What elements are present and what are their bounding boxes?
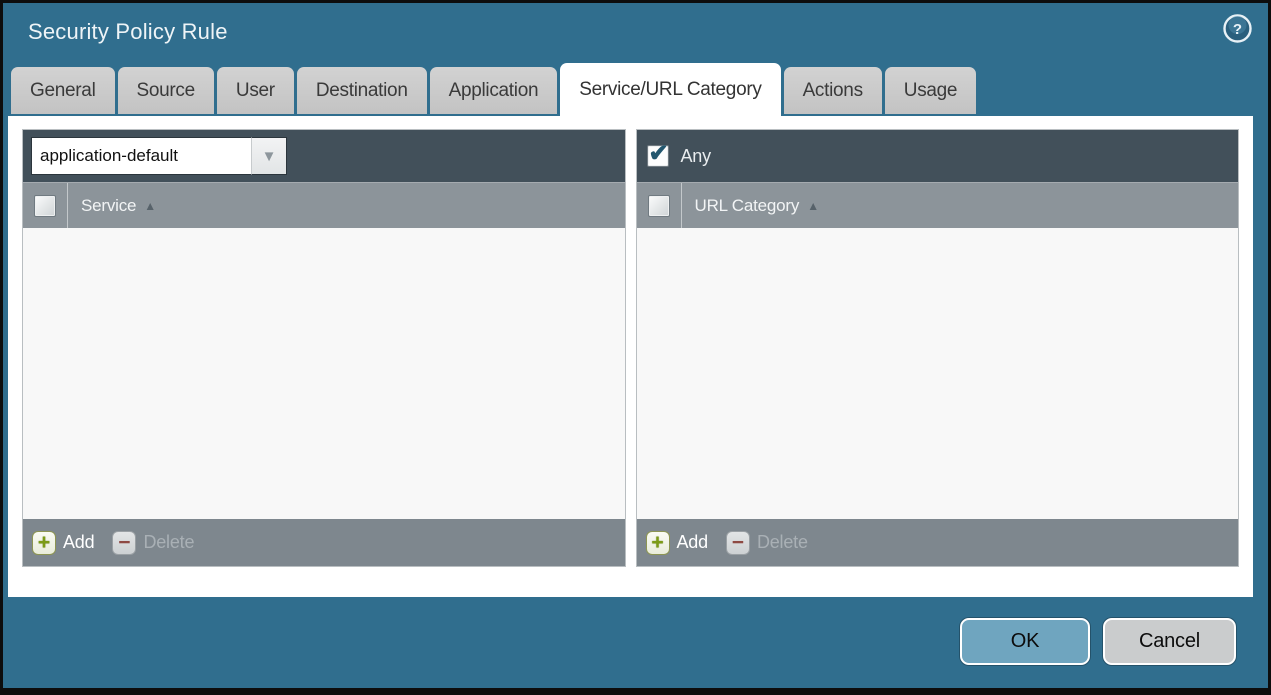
tab-label: Application xyxy=(448,79,539,101)
service-list xyxy=(23,228,625,519)
tab-label: User xyxy=(235,79,275,101)
service-column-header: Service ▲ xyxy=(23,182,625,228)
url-category-panel: Any URL Category ▲ + Add − Delete xyxy=(635,129,1239,567)
service-panel-topbar: ▼ xyxy=(23,130,625,182)
delete-button-label: Delete xyxy=(143,532,195,552)
dialog-title: Security Policy Rule xyxy=(28,19,228,44)
tab-source[interactable]: Source xyxy=(117,67,214,114)
service-select-all-cell xyxy=(23,183,68,228)
service-select-all-checkbox[interactable] xyxy=(34,194,56,217)
tab-service-url-category[interactable]: Service/URL Category xyxy=(560,63,781,116)
tab-user[interactable]: User xyxy=(216,67,294,114)
tab-application[interactable]: Application xyxy=(429,67,558,114)
plus-icon: + xyxy=(32,530,56,555)
tab-general[interactable]: General xyxy=(11,67,115,114)
plus-icon: + xyxy=(645,530,670,555)
tab-label: General xyxy=(30,79,96,101)
url-category-any-checkbox[interactable] xyxy=(646,139,669,168)
url-category-panel-topbar: Any xyxy=(636,130,1238,182)
tab-label: Destination xyxy=(315,79,408,101)
tab-content-service-url-category: ▼ Service ▲ + Add − Delete xyxy=(8,116,1253,597)
svg-text:?: ? xyxy=(1233,21,1242,38)
dialog-actions: OK Cancel xyxy=(960,618,1236,665)
tab-usage[interactable]: Usage xyxy=(884,67,977,114)
security-policy-rule-dialog: Security Policy Rule ? General Source Us… xyxy=(0,0,1271,695)
service-delete-button[interactable]: − Delete xyxy=(112,530,195,555)
minus-icon: − xyxy=(725,530,750,555)
service-column-label[interactable]: Service xyxy=(81,196,136,216)
url-category-column-label[interactable]: URL Category xyxy=(695,196,800,216)
service-panel: ▼ Service ▲ + Add − Delete xyxy=(22,129,626,567)
url-category-add-button[interactable]: + Add xyxy=(645,530,709,555)
url-category-select-all-checkbox[interactable] xyxy=(647,194,670,217)
service-type-combo: ▼ xyxy=(31,137,287,175)
service-type-dropdown-button[interactable]: ▼ xyxy=(251,137,287,175)
service-type-input[interactable] xyxy=(31,137,251,175)
tab-bar: General Source User Destination Applicat… xyxy=(3,63,1268,116)
tab-label: Usage xyxy=(903,79,958,101)
delete-button-label: Delete xyxy=(756,532,808,552)
add-button-label: Add xyxy=(676,532,709,552)
service-panel-footer: + Add − Delete xyxy=(23,519,625,566)
tab-label: Source xyxy=(136,79,196,101)
tab-actions[interactable]: Actions xyxy=(783,67,882,114)
sort-ascending-icon[interactable]: ▲ xyxy=(144,199,156,213)
sort-ascending-icon[interactable]: ▲ xyxy=(807,199,819,213)
tab-label: Service/URL Category xyxy=(579,78,762,100)
minus-icon: − xyxy=(112,530,137,555)
tab-destination[interactable]: Destination xyxy=(296,67,427,114)
url-category-delete-button[interactable]: − Delete xyxy=(725,530,808,555)
ok-button[interactable]: OK xyxy=(960,618,1090,665)
url-category-list xyxy=(636,228,1238,519)
service-add-button[interactable]: + Add xyxy=(32,530,95,555)
add-button-label: Add xyxy=(63,532,95,552)
url-category-any-label[interactable]: Any xyxy=(681,146,712,167)
tab-label: Actions xyxy=(802,79,864,101)
chevron-down-icon: ▼ xyxy=(261,147,277,165)
url-category-column-header: URL Category ▲ xyxy=(636,182,1238,228)
help-icon[interactable]: ? xyxy=(1223,14,1252,43)
url-category-select-all-cell xyxy=(637,183,682,228)
titlebar: Security Policy Rule ? xyxy=(3,3,1268,63)
cancel-button[interactable]: Cancel xyxy=(1103,618,1236,665)
url-category-panel-footer: + Add − Delete xyxy=(636,519,1238,566)
